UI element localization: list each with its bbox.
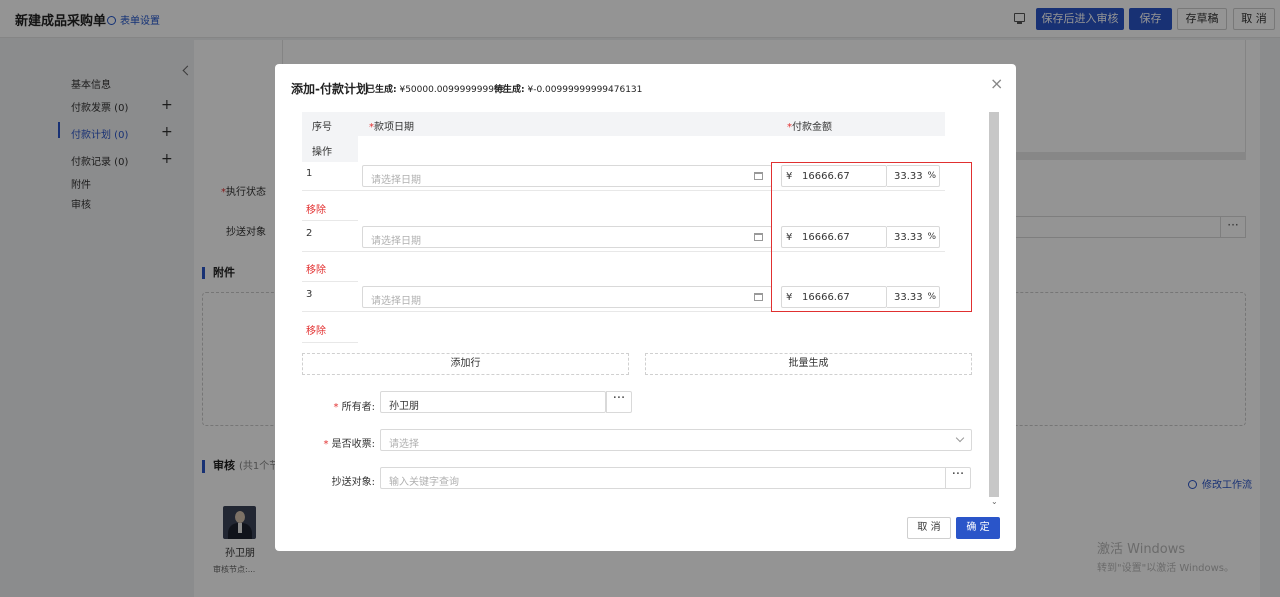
remove-row-link[interactable]: 移除 — [306, 201, 326, 216]
date-picker-input[interactable]: 请选择日期 — [362, 286, 772, 308]
cc-label: 抄送对象: — [331, 477, 375, 488]
row-divider — [302, 281, 358, 282]
calendar-icon — [754, 233, 763, 241]
cc-more-button[interactable]: ··· — [945, 467, 971, 489]
scroll-down-arrow-icon[interactable]: ⌄ — [991, 498, 998, 506]
row-divider — [302, 342, 358, 343]
invoice-label: * 是否收票: — [323, 439, 375, 450]
chevron-down-icon — [955, 433, 965, 443]
modal-scroll-area: 序号 *款项日期 *付款金额 操作 1 请选择日期 ¥ 16666.67 33.… — [275, 108, 1016, 508]
owner-more-button[interactable]: ··· — [606, 391, 632, 413]
remove-row-link[interactable]: 移除 — [306, 261, 326, 276]
modal-cancel-button[interactable]: 取 消 — [907, 517, 951, 539]
add-row-button[interactable]: 添加行 — [302, 353, 629, 375]
close-icon[interactable]: × — [990, 76, 1003, 92]
calendar-icon — [754, 172, 763, 180]
modal-scrollbar-thumb[interactable] — [989, 112, 999, 497]
modal-ok-button[interactable]: 确 定 — [956, 517, 1000, 539]
pending-amount: 待生成: ¥-0.00999999999476131 — [494, 85, 643, 95]
modal-title: 添加-付款计划 — [291, 82, 368, 96]
cc-search-input[interactable]: 输入关键字查询 — [380, 467, 946, 489]
owner-label: * 所有者: — [333, 402, 375, 413]
batch-generate-button[interactable]: 批量生成 — [645, 353, 972, 375]
col-index-header: 序号 — [312, 122, 332, 133]
remove-row-link[interactable]: 移除 — [306, 322, 326, 337]
col-action-header: 操作 — [312, 147, 332, 158]
calendar-icon — [754, 293, 763, 301]
row-index: 3 — [306, 289, 313, 300]
row-index: 2 — [306, 228, 313, 239]
add-payment-plan-modal: 添加-付款计划 已生成: ¥50000.009999999995 待生成: ¥-… — [275, 64, 1016, 551]
owner-input[interactable]: 孙卫朋 — [380, 391, 606, 413]
highlight-annotation-box — [771, 162, 972, 312]
date-picker-input[interactable]: 请选择日期 — [362, 226, 772, 248]
date-picker-input[interactable]: 请选择日期 — [362, 165, 772, 187]
generated-amount: 已生成: ¥50000.009999999995 — [366, 85, 506, 95]
row-divider — [302, 220, 358, 221]
row-index: 1 — [306, 168, 313, 179]
invoice-select[interactable]: 请选择 — [380, 429, 972, 451]
col-date-header: *款项日期 — [369, 122, 414, 133]
col-amount-header: *付款金额 — [787, 122, 832, 133]
